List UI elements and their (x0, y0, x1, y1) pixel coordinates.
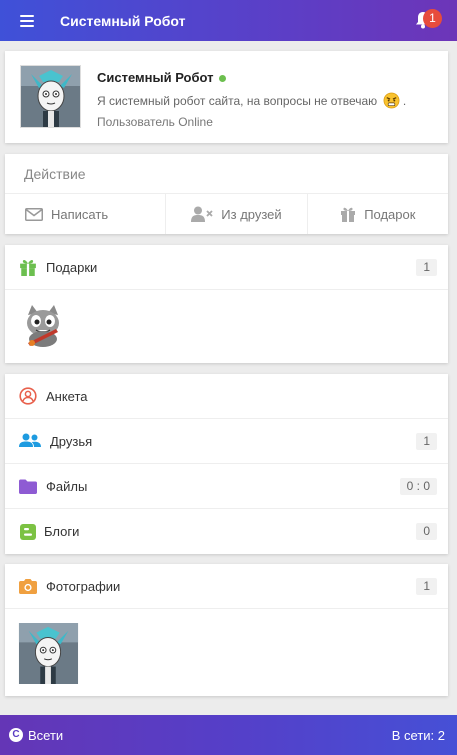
gifts-card: Подарки 1 (5, 245, 448, 363)
menu-item-label: Блоги (44, 524, 80, 539)
profile-card: Системный Робот Я системный робот сайта,… (5, 51, 448, 143)
top-bar: Системный Робот 1 (0, 0, 457, 41)
blogger-icon (20, 523, 36, 540)
profile-menu: Анкета Друзья 1 Файлы 0 : 0 Блоги 0 (5, 374, 448, 554)
folder-icon (19, 479, 37, 494)
photos-count: 1 (416, 577, 437, 595)
copyright-link[interactable]: C Всети (9, 728, 63, 743)
photo-list (5, 609, 448, 684)
user-remove-icon (191, 206, 213, 222)
users-icon (19, 433, 41, 447)
write-message-button[interactable]: Написать (5, 194, 167, 234)
write-label: Написать (51, 206, 109, 222)
page-title: Системный Робот (60, 12, 186, 29)
send-gift-button[interactable]: Подарок (308, 194, 448, 234)
actions-card: Действие Написать Из друзей Подарок (5, 154, 448, 234)
avatar[interactable] (20, 65, 81, 128)
menu-icon[interactable] (20, 14, 34, 27)
camera-icon (19, 579, 37, 594)
photo-thumbnail[interactable] (18, 623, 79, 684)
friends-count: 1 (416, 432, 437, 450)
online-status-text: Пользователь Online (97, 115, 213, 129)
user-circle-icon (19, 387, 37, 405)
menu-item-blogs[interactable]: Блоги 0 (5, 509, 448, 554)
actions-row: Написать Из друзей Подарок (5, 193, 448, 234)
robot-avatar-image (21, 66, 80, 127)
menu-item-label: Анкета (46, 388, 88, 404)
online-users-link[interactable]: В сети: 2 (392, 728, 445, 743)
menu-item-questionnaire[interactable]: Анкета (5, 374, 448, 419)
footer-bar: C Всети В сети: 2 (0, 715, 457, 755)
gifts-label: Подарки (46, 259, 98, 275)
photos-label: Фотографии (46, 578, 121, 594)
menu-item-label: Файлы (46, 478, 88, 494)
files-count: 0 : 0 (399, 477, 437, 495)
gift-icon (341, 207, 356, 222)
menu-item-files[interactable]: Файлы 0 : 0 (5, 464, 448, 509)
blogs-count: 0 (416, 523, 437, 540)
gifts-header[interactable]: Подарки 1 (5, 245, 448, 290)
robot-photo-image (18, 623, 79, 684)
actions-heading: Действие (24, 166, 86, 182)
photos-card: Фотографии 1 (5, 564, 448, 696)
gifts-count: 1 (416, 258, 437, 276)
menu-item-label: Друзья (50, 433, 93, 449)
profile-status-suffix: . (402, 94, 407, 108)
cat-gift-image[interactable] (22, 303, 64, 347)
gift-label: Подарок (364, 206, 416, 222)
menu-item-friends[interactable]: Друзья 1 (5, 419, 448, 464)
profile-status: Я системный робот сайта, на вопросы не о… (97, 94, 378, 108)
gifts-list (5, 290, 448, 363)
gift-icon (20, 260, 36, 276)
remove-friend-button[interactable]: Из друзей (166, 194, 308, 234)
copyright-icon: C (9, 728, 23, 742)
photos-header[interactable]: Фотографии 1 (5, 564, 448, 609)
footer-left-label: Всети (28, 727, 64, 743)
unfriend-label: Из друзей (221, 206, 282, 222)
notification-badge[interactable]: 1 (423, 9, 442, 28)
angry-emoji-icon (383, 92, 399, 109)
online-indicator (218, 75, 226, 83)
profile-name: Системный Робот (97, 70, 214, 85)
envelope-icon (25, 207, 43, 221)
